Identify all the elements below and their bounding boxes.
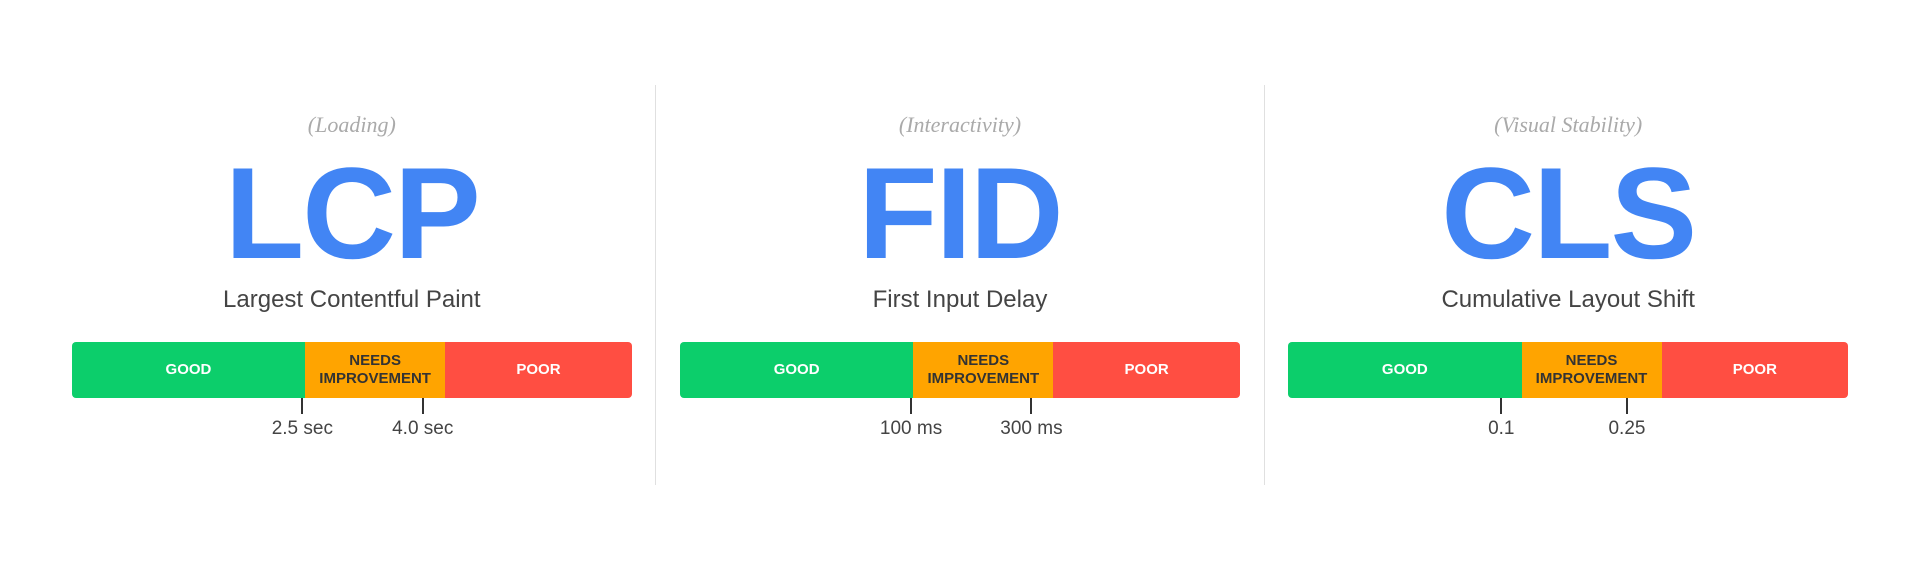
- fid-marker-label-1: 100 ms: [880, 418, 942, 440]
- cls-marker-label-2: 0.25: [1608, 418, 1645, 440]
- lcp-segment-poor: POOR: [445, 342, 632, 398]
- divider-1: [655, 85, 656, 485]
- cls-bar: GOOD NEEDS IMPROVEMENT POOR: [1288, 342, 1848, 398]
- fid-segment-poor: POOR: [1053, 342, 1240, 398]
- fid-marker-2: 300 ms: [1000, 398, 1062, 440]
- cls-segment-good: GOOD: [1288, 342, 1521, 398]
- fid-marker-line-1: [910, 398, 912, 414]
- fid-subtitle: (Interactivity): [899, 112, 1021, 138]
- divider-2: [1264, 85, 1265, 485]
- cls-marker-label-1: 0.1: [1488, 418, 1514, 440]
- cls-marker-2: 0.25: [1608, 398, 1645, 440]
- fid-marker-label-2: 300 ms: [1000, 418, 1062, 440]
- lcp-marker-2: 4.0 sec: [392, 398, 453, 440]
- cls-marker-1: 0.1: [1488, 398, 1514, 440]
- cls-marker-line-1: [1500, 398, 1502, 414]
- cls-fullname: Cumulative Layout Shift: [1441, 286, 1694, 314]
- lcp-marker-1: 2.5 sec: [272, 398, 333, 440]
- lcp-fullname: Largest Contentful Paint: [223, 286, 481, 314]
- cls-bar-wrapper: GOOD NEEDS IMPROVEMENT POOR 0.1 0.25: [1288, 342, 1848, 458]
- cls-subtitle: (Visual Stability): [1494, 112, 1642, 138]
- cls-markers: 0.1 0.25: [1288, 398, 1848, 458]
- fid-bar: GOOD NEEDS IMPROVEMENT POOR: [680, 342, 1240, 398]
- metric-lcp: (Loading) LCP Largest Contentful Paint G…: [72, 112, 632, 458]
- cls-marker-line-2: [1626, 398, 1628, 414]
- cls-segment-poor: POOR: [1662, 342, 1849, 398]
- lcp-acronym: LCP: [225, 148, 479, 278]
- fid-markers: 100 ms 300 ms: [680, 398, 1240, 458]
- fid-acronym: FID: [858, 148, 1061, 278]
- fid-marker-1: 100 ms: [880, 398, 942, 440]
- fid-bar-wrapper: GOOD NEEDS IMPROVEMENT POOR 100 ms 300 m…: [680, 342, 1240, 458]
- metric-cls: (Visual Stability) CLS Cumulative Layout…: [1288, 112, 1848, 458]
- lcp-marker-line-2: [422, 398, 424, 414]
- metric-fid: (Interactivity) FID First Input Delay GO…: [680, 112, 1240, 458]
- lcp-bar: GOOD NEEDS IMPROVEMENT POOR: [72, 342, 632, 398]
- metrics-container: (Loading) LCP Largest Contentful Paint G…: [60, 85, 1860, 485]
- cls-acronym: CLS: [1441, 148, 1695, 278]
- fid-segment-good: GOOD: [680, 342, 913, 398]
- fid-segment-needs: NEEDS IMPROVEMENT: [913, 342, 1053, 398]
- lcp-bar-wrapper: GOOD NEEDS IMPROVEMENT POOR 2.5 sec 4.0 …: [72, 342, 632, 458]
- lcp-segment-needs: NEEDS IMPROVEMENT: [305, 342, 445, 398]
- fid-marker-line-2: [1030, 398, 1032, 414]
- cls-segment-needs: NEEDS IMPROVEMENT: [1522, 342, 1662, 398]
- lcp-markers: 2.5 sec 4.0 sec: [72, 398, 632, 458]
- lcp-marker-label-1: 2.5 sec: [272, 418, 333, 440]
- fid-fullname: First Input Delay: [873, 286, 1048, 314]
- lcp-marker-line-1: [301, 398, 303, 414]
- lcp-marker-label-2: 4.0 sec: [392, 418, 453, 440]
- lcp-segment-good: GOOD: [72, 342, 305, 398]
- lcp-subtitle: (Loading): [308, 112, 396, 138]
